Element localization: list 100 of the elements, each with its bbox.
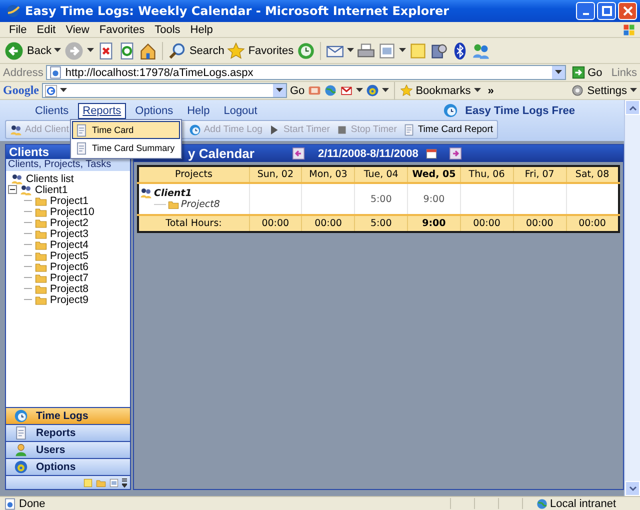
history-button[interactable]: [296, 42, 315, 60]
folder-icon: [35, 260, 47, 272]
tree-item[interactable]: Project8: [50, 282, 89, 294]
back-button[interactable]: Back: [4, 40, 52, 60]
address-field[interactable]: http://localhost:17978/aTimeLogs.aspx: [46, 65, 566, 80]
dropdown-caret-icon[interactable]: [356, 88, 363, 93]
home-button[interactable]: [139, 42, 158, 60]
dropdown-caret-icon[interactable]: [276, 88, 283, 93]
tree-item[interactable]: Project1: [50, 194, 89, 206]
nav-button[interactable]: Time Logs: [6, 407, 130, 424]
g-icon: [45, 84, 57, 96]
settings-button[interactable]: Settings: [571, 84, 637, 97]
dropdown-caret-icon[interactable]: [382, 88, 389, 93]
menu-item[interactable]: File: [4, 24, 32, 36]
app-menu-item[interactable]: Help: [182, 102, 215, 118]
links-label[interactable]: Links: [611, 66, 637, 78]
search-button[interactable]: Search: [168, 42, 224, 60]
dropdown-caret-icon[interactable]: [346, 48, 354, 53]
menu-item[interactable]: Tools: [150, 24, 186, 36]
news-icon: [308, 84, 321, 97]
dropdown-caret-icon[interactable]: [398, 48, 406, 53]
tree-item[interactable]: Project7: [50, 272, 89, 284]
folder-icon: [96, 478, 106, 488]
close-icon: [622, 6, 632, 16]
calendar-button[interactable]: [426, 148, 438, 159]
client-icon: [20, 184, 32, 196]
scroll-up-icon[interactable]: [628, 104, 636, 110]
tree-item[interactable]: Project4: [50, 238, 89, 250]
dropdown-item[interactable]: Time Card: [72, 121, 180, 139]
menu-item[interactable]: Edit: [32, 24, 61, 36]
nav-button[interactable]: Reports: [6, 424, 130, 441]
security-zone: Local intranet: [550, 498, 616, 510]
dropdown-caret-icon[interactable]: [630, 88, 637, 93]
dropdown-button[interactable]: [552, 66, 565, 79]
minimize-button[interactable]: [576, 2, 595, 20]
stop-icon: [336, 124, 348, 136]
dropdown-caret-icon[interactable]: [54, 48, 62, 53]
media-button[interactable]: [430, 42, 448, 60]
tree-item[interactable]: Project5: [50, 250, 89, 262]
close-button[interactable]: [618, 2, 637, 20]
more-button[interactable]: »: [484, 84, 498, 96]
next-week-button[interactable]: [449, 147, 462, 160]
dropdown-button[interactable]: [273, 84, 286, 97]
panel-subheader: Clients, Projects, Tasks: [6, 159, 130, 171]
windows-logo-icon: [622, 22, 636, 36]
user-icon: [14, 443, 28, 457]
tree-item[interactable]: Project10: [50, 206, 94, 218]
document-icon: [378, 42, 396, 60]
window-title: Easy Time Logs: Weekly Calendar - Microsoft Internet Explorer: [25, 4, 450, 18]
client-name: Client1: [154, 188, 192, 198]
tree-item[interactable]: Project2: [50, 216, 89, 228]
column-header: Mon, 03: [302, 166, 355, 183]
calendar-icon: [426, 148, 438, 159]
clock-icon: [188, 124, 201, 136]
menu-item[interactable]: Help: [185, 24, 218, 36]
app-menu-item[interactable]: Clients: [30, 102, 74, 118]
print-button[interactable]: [356, 42, 375, 60]
people-icon: [472, 42, 490, 60]
overflow-icon[interactable]: [122, 478, 127, 488]
dropdown-caret-icon[interactable]: [554, 70, 562, 75]
dropdown-caret-icon[interactable]: [474, 88, 481, 93]
search-icon: [168, 42, 186, 60]
nav-button[interactable]: Options: [6, 458, 130, 475]
google-logo: Google: [3, 83, 39, 98]
tree-item[interactable]: Project3: [50, 228, 89, 240]
play-icon: [268, 124, 280, 136]
people-icon: [10, 124, 22, 136]
tree-item[interactable]: Clients list: [26, 172, 74, 184]
app-menu-item[interactable]: Options: [130, 102, 178, 118]
note-icon: [408, 42, 427, 60]
project-name: Project8: [181, 199, 220, 210]
page-icon: [49, 66, 62, 79]
dropdown-caret-icon[interactable]: [60, 88, 67, 93]
bookmarks-button[interactable]: Bookmarks: [400, 84, 481, 97]
app-menu-item[interactable]: Reports: [78, 102, 126, 118]
menu-item[interactable]: View: [60, 24, 94, 36]
maximize-icon: [602, 6, 612, 16]
expander-icon[interactable]: [8, 185, 17, 194]
messenger-button[interactable]: [472, 42, 490, 60]
client-icon: [140, 187, 152, 199]
app-menu-item[interactable]: Logout: [218, 102, 262, 118]
maximize-button[interactable]: [597, 2, 616, 20]
total-cell: 00:00: [249, 215, 302, 232]
scroll-down-icon[interactable]: [628, 486, 636, 492]
previous-week-button[interactable]: [292, 147, 305, 160]
folder-icon: [35, 194, 47, 206]
column-header: Thu, 06: [460, 166, 514, 183]
google-go-button[interactable]: Go: [290, 84, 305, 96]
go-button[interactable]: Go: [572, 66, 602, 79]
toolbar-button[interactable]: Time Card Report: [402, 124, 494, 136]
tree-item[interactable]: Project6: [50, 260, 89, 272]
report-icon: [14, 426, 28, 440]
dropdown-caret-icon[interactable]: [87, 48, 94, 53]
tree-item[interactable]: Project9: [50, 294, 89, 306]
column-header: Wed, 05: [408, 166, 460, 183]
nav-button[interactable]: Users: [6, 441, 130, 458]
menu-item[interactable]: Favorites: [94, 24, 150, 36]
tree-item[interactable]: Client1: [35, 184, 68, 196]
favorites-button[interactable]: Favorites: [227, 42, 294, 60]
status-text: Done: [19, 498, 46, 510]
